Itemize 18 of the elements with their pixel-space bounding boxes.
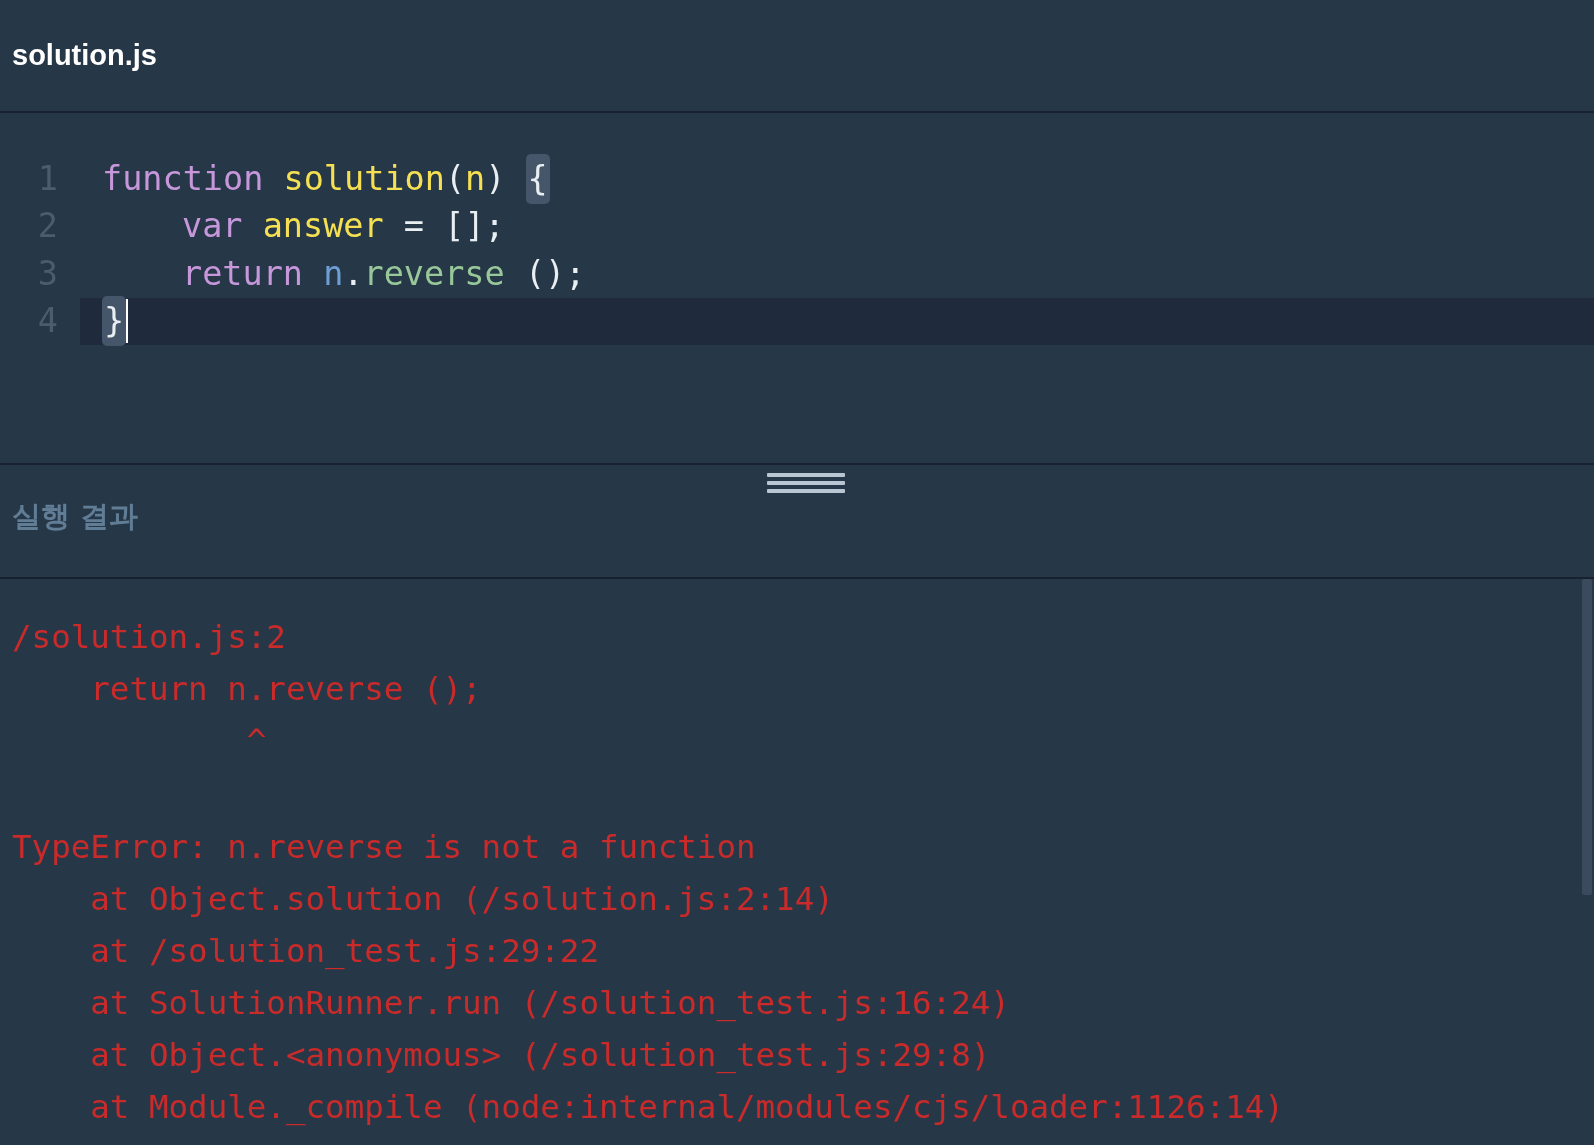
code-text: return n.reverse (); xyxy=(181,252,586,295)
output-line: at SolutionRunner.run (/solution_test.js:16:24) xyxy=(89,983,1010,1024)
output-line: return n.reverse (); xyxy=(89,669,482,710)
code-text: var answer = []; xyxy=(181,205,505,248)
resize-handle-icon[interactable] xyxy=(767,473,845,493)
output-line: at Object.<anonymous> (/solution_test.js:29:8) xyxy=(89,1035,991,1076)
matched-bracket: { xyxy=(525,153,550,204)
output-line: TypeError: n.reverse is not a function xyxy=(12,827,756,868)
matched-bracket: } xyxy=(102,296,127,347)
output-line: ^ xyxy=(245,721,267,762)
output-line: at Object.solution (/solution.js:2:14) xyxy=(89,879,834,920)
output-line: at /solution_test.js:29:22 xyxy=(89,931,599,972)
output-line: at Module._compile (node:internal/modules/cjs/loader:1126:14) xyxy=(89,1087,1284,1128)
scrollbar[interactable] xyxy=(1582,579,1592,895)
output-line: /solution.js:2 xyxy=(12,617,286,658)
file-tab-title: solution.js xyxy=(12,37,157,73)
code-text: function solution(n) xyxy=(102,157,507,200)
results-title: 실행 결과 xyxy=(12,499,139,533)
